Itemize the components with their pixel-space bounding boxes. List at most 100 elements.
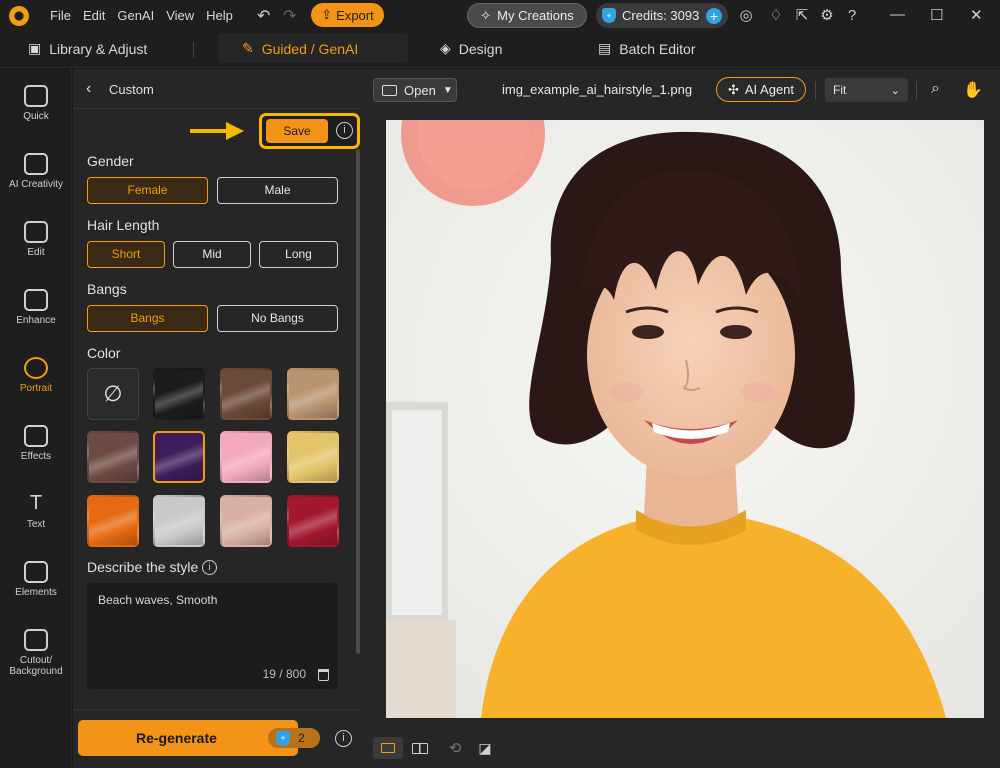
save-info-icon[interactable]: i <box>336 122 353 139</box>
open-label: Open <box>404 82 436 98</box>
gender-female-option[interactable]: Female <box>87 177 208 204</box>
notification-bell-icon[interactable]: ♢ <box>767 7 785 25</box>
quick-icon <box>24 85 48 107</box>
color-swatch[interactable] <box>220 495 272 547</box>
portrait-photo-image <box>386 120 984 718</box>
hair-mid-option[interactable]: Mid <box>173 241 251 268</box>
my-creations-label: My Creations <box>497 8 574 23</box>
rail-elements[interactable]: Elements <box>0 561 72 598</box>
style-description-input[interactable]: Beach waves, Smooth 19 / 800 <box>87 583 338 689</box>
split-view-button[interactable] <box>405 737 435 759</box>
color-swatch[interactable] <box>153 368 205 420</box>
magic-wand-icon: ✎ <box>242 40 254 56</box>
tab-batch-label: Batch Editor <box>619 40 696 57</box>
rail-ai-creativity[interactable]: AI Creativity <box>0 153 72 190</box>
menu-help[interactable]: Help <box>206 8 233 23</box>
describe-info-icon[interactable]: i <box>202 560 217 575</box>
rail-quick[interactable]: Quick <box>0 85 72 122</box>
gender-male-option[interactable]: Male <box>217 177 338 204</box>
undo-icon[interactable]: ↶ <box>257 6 270 26</box>
no-bangs-option[interactable]: No Bangs <box>217 305 338 332</box>
enhance-icon <box>24 289 48 311</box>
save-button[interactable]: Save <box>266 119 328 143</box>
regenerate-bar: Re-generate + 2 i <box>73 709 363 768</box>
hair-long-option[interactable]: Long <box>259 241 338 268</box>
character-count: 19 / 800 <box>262 667 306 681</box>
color-none-swatch[interactable]: ∅ <box>87 368 139 420</box>
trash-icon[interactable] <box>318 669 329 681</box>
portrait-photo[interactable] <box>386 120 984 718</box>
back-chevron-icon[interactable]: ‹ <box>86 80 91 98</box>
rail-enhance[interactable]: Enhance <box>0 289 72 326</box>
color-swatch[interactable] <box>287 431 339 483</box>
ai-agent-label: AI Agent <box>744 82 795 97</box>
share-icon[interactable]: ⇱ <box>793 7 811 25</box>
minimize-icon[interactable]: — <box>890 6 905 23</box>
tab-design[interactable]: ◈ Design <box>440 40 502 57</box>
tab-guided-genai[interactable]: ✎ Guided / GenAI <box>242 40 358 57</box>
account-icon[interactable]: ◎ <box>737 7 755 25</box>
effects-icon <box>24 425 48 447</box>
menu-view[interactable]: View <box>166 8 194 23</box>
export-button[interactable]: ⇪ Export <box>311 3 384 27</box>
compare-icon[interactable]: ◪ <box>470 737 500 759</box>
custom-panel: ‹ Custom Save i Gender Female Male Hair … <box>73 69 363 768</box>
rail-text[interactable]: T Text <box>0 493 72 530</box>
close-icon[interactable]: ✕ <box>970 6 983 24</box>
elements-icon <box>24 561 48 583</box>
color-swatch[interactable] <box>87 431 139 483</box>
rail-edit[interactable]: Edit <box>0 221 72 258</box>
zoom-select[interactable]: Fit ⌄ <box>825 78 908 102</box>
zoom-search-icon[interactable]: ⌕ <box>931 80 940 98</box>
credit-shield-icon: + <box>602 8 616 23</box>
library-icon: ▣ <box>28 40 42 56</box>
tab-batch-editor[interactable]: ▤ Batch Editor <box>598 40 696 57</box>
color-swatch[interactable] <box>287 495 339 547</box>
panel-scrollbar[interactable] <box>356 149 360 654</box>
color-swatch[interactable] <box>153 495 205 547</box>
rail-ai-creativity-label: AI Creativity <box>9 179 63 190</box>
help-icon[interactable]: ? <box>843 7 861 25</box>
color-swatch[interactable] <box>287 368 339 420</box>
pan-hand-icon[interactable]: ✋ <box>963 80 983 100</box>
rail-effects[interactable]: Effects <box>0 425 72 462</box>
regenerate-info-icon[interactable]: i <box>335 730 352 747</box>
hair-short-option[interactable]: Short <box>87 241 165 268</box>
split-view-icon <box>412 742 428 754</box>
regenerate-button[interactable]: Re-generate + 2 <box>78 720 320 756</box>
layers-icon: ◈ <box>440 40 451 56</box>
my-creations-button[interactable]: ✧ My Creations <box>467 3 587 28</box>
describe-style-label: Describe the style <box>87 559 199 575</box>
tab-library-label: Library & Adjust <box>49 40 148 57</box>
color-swatch[interactable] <box>153 431 205 483</box>
regenerate-cost: 2 <box>298 731 305 745</box>
menu-file[interactable]: File <box>50 8 71 23</box>
add-credits-icon[interactable]: + <box>706 7 722 24</box>
color-swatch[interactable] <box>220 431 272 483</box>
open-button[interactable]: Open ▼ <box>373 78 457 102</box>
settings-gear-icon[interactable]: ⚙ <box>818 7 836 25</box>
menu-edit[interactable]: Edit <box>83 8 105 23</box>
menu-genai[interactable]: GenAI <box>117 8 154 23</box>
panel-header: ‹ Custom <box>73 69 363 109</box>
history-icon[interactable]: ⟲ <box>440 737 470 759</box>
ai-agent-button[interactable]: ✣ AI Agent <box>716 77 806 102</box>
single-view-button[interactable] <box>373 737 403 759</box>
bangs-option[interactable]: Bangs <box>87 305 208 332</box>
rail-cutout-background[interactable]: Cutout/ Background <box>0 629 72 677</box>
color-label: Color <box>87 345 121 361</box>
toolbar-divider <box>815 81 816 99</box>
color-swatch[interactable] <box>220 368 272 420</box>
tab-library-adjust[interactable]: ▣ Library & Adjust <box>28 40 147 57</box>
rail-portrait[interactable]: Portrait <box>0 357 72 394</box>
ai-agent-icon: ✣ <box>727 81 739 97</box>
credits-badge: + Credits: 3093 + <box>596 3 728 28</box>
credit-shield-icon: + <box>276 730 290 746</box>
view-toolbar: ⟲ ◪ <box>363 729 1000 768</box>
redo-icon[interactable]: ↷ <box>283 6 296 26</box>
color-swatch[interactable] <box>87 495 139 547</box>
text-icon: T <box>29 492 43 514</box>
maximize-icon[interactable]: ☐ <box>930 6 943 24</box>
cutout-icon <box>24 629 48 651</box>
single-view-icon <box>381 743 395 753</box>
